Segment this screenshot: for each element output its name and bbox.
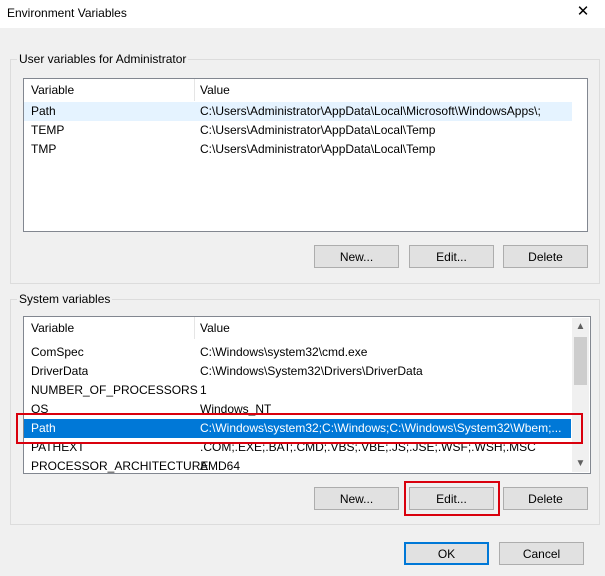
- variable-name: DriverData: [31, 364, 89, 378]
- system-delete-button[interactable]: Delete: [503, 487, 588, 510]
- variable-name: ComSpec: [31, 345, 84, 359]
- variable-name: TMP: [31, 142, 57, 156]
- table-row[interactable]: TEMP C:\Users\Administrator\AppData\Loca…: [24, 121, 585, 140]
- variable-value: C:\Users\Administrator\AppData\Local\Tem…: [200, 142, 436, 156]
- cancel-button[interactable]: Cancel: [499, 542, 584, 565]
- table-row[interactable]: PROCESSOR_ARCHITECTURE AMD64: [24, 457, 571, 473]
- variable-value: C:\Windows\system32;C:\Windows;C:\Window…: [200, 421, 562, 435]
- system-edit-button[interactable]: Edit...: [409, 487, 494, 510]
- user-new-button[interactable]: New...: [314, 245, 399, 268]
- system-list-header: Variable Value: [24, 317, 590, 339]
- table-row[interactable]: NUMBER_OF_PROCESSORS 1: [24, 381, 571, 400]
- variable-name: PROCESSOR_ARCHITECTURE: [31, 459, 209, 473]
- window-title: Environment Variables: [7, 6, 127, 20]
- title-bar: Environment Variables ✕: [0, 0, 605, 28]
- variable-value: Windows_NT: [200, 402, 272, 416]
- table-row[interactable]: PATHEXT .COM;.EXE;.BAT;.CMD;.VBS;.VBE;.J…: [24, 438, 571, 457]
- variable-name: Path: [31, 421, 56, 435]
- variable-value: C:\Windows\system32\cmd.exe: [200, 345, 368, 359]
- column-header-variable[interactable]: Variable: [31, 83, 74, 97]
- scroll-up-icon[interactable]: ▲: [572, 318, 589, 335]
- variable-value: AMD64: [200, 459, 241, 473]
- variable-value: C:\Users\Administrator\AppData\Local\Mic…: [200, 104, 541, 118]
- variable-value: C:\Windows\System32\Drivers\DriverData: [200, 364, 423, 378]
- user-delete-button[interactable]: Delete: [503, 245, 588, 268]
- user-variables-label: User variables for Administrator: [17, 52, 189, 66]
- column-header-value[interactable]: Value: [200, 83, 230, 97]
- table-row[interactable]: TMP C:\Users\Administrator\AppData\Local…: [24, 140, 585, 159]
- table-row[interactable]: ComSpec C:\Windows\system32\cmd.exe: [24, 343, 571, 362]
- user-edit-button[interactable]: Edit...: [409, 245, 494, 268]
- variable-value: C:\Users\Administrator\AppData\Local\Tem…: [200, 123, 436, 137]
- table-row[interactable]: Path C:\Users\Administrator\AppData\Loca…: [24, 102, 572, 121]
- table-row[interactable]: OS Windows_NT: [24, 400, 571, 419]
- ok-button[interactable]: OK: [404, 542, 489, 565]
- variable-name: OS: [31, 402, 49, 416]
- table-row-selected[interactable]: Path C:\Windows\system32;C:\Windows;C:\W…: [24, 419, 571, 438]
- user-variables-list[interactable]: Variable Value Path C:\Users\Administrat…: [23, 78, 588, 232]
- column-header-variable[interactable]: Variable: [31, 321, 74, 335]
- variable-name: PATHEXT: [31, 440, 85, 454]
- variable-value: 1: [200, 383, 207, 397]
- system-variables-list[interactable]: Variable Value ComSpec C:\Windows\system…: [23, 316, 591, 474]
- column-separator[interactable]: [194, 79, 195, 101]
- system-variables-label: System variables: [17, 292, 113, 306]
- vertical-scrollbar[interactable]: ▲ ▼: [572, 318, 589, 472]
- close-icon[interactable]: ✕: [573, 2, 593, 22]
- user-list-header: Variable Value: [24, 79, 587, 101]
- scroll-down-icon[interactable]: ▼: [572, 455, 589, 472]
- table-row[interactable]: DriverData C:\Windows\System32\Drivers\D…: [24, 362, 571, 381]
- column-separator[interactable]: [194, 317, 195, 339]
- variable-name: TEMP: [31, 123, 65, 137]
- variable-name: NUMBER_OF_PROCESSORS: [31, 383, 198, 397]
- scrollbar-thumb[interactable]: [574, 337, 587, 385]
- column-header-value[interactable]: Value: [200, 321, 230, 335]
- system-new-button[interactable]: New...: [314, 487, 399, 510]
- variable-name: Path: [31, 104, 56, 118]
- variable-value: .COM;.EXE;.BAT;.CMD;.VBS;.VBE;.JS;.JSE;.…: [200, 440, 536, 454]
